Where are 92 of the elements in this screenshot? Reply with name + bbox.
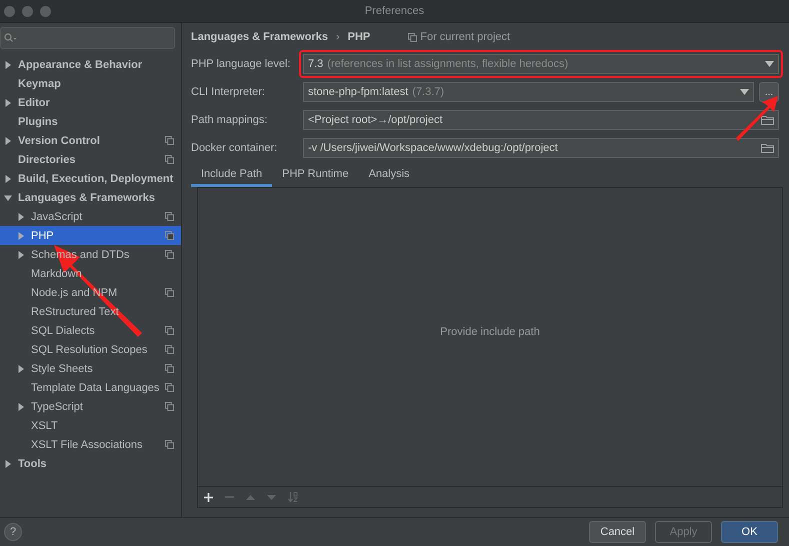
- tree-item[interactable]: TypeScript: [0, 397, 181, 416]
- project-scope-icon: [408, 32, 418, 42]
- project-scope-icon: [165, 231, 174, 240]
- project-scope-icon: [165, 402, 174, 411]
- text-field[interactable]: <Project root>→/opt/project: [303, 110, 779, 130]
- project-scope-icon: [165, 212, 174, 221]
- tab[interactable]: PHP Runtime: [272, 164, 359, 187]
- dropdown-value: stone-php-fpm:latest: [308, 86, 408, 98]
- tree-item-label: Template Data Languages: [31, 382, 160, 394]
- tree-item[interactable]: Appearance & Behavior: [0, 55, 181, 74]
- tree-item[interactable]: Build, Execution, Deployment: [0, 169, 181, 188]
- tree-item[interactable]: JavaScript: [0, 207, 181, 226]
- tree-item-label: Directories: [18, 154, 76, 166]
- tree-item[interactable]: SQL Resolution Scopes: [0, 340, 181, 359]
- browse-button[interactable]: ...: [759, 82, 779, 102]
- dialog-button[interactable]: OK: [721, 521, 778, 543]
- tree-item-label: SQL Resolution Scopes: [31, 344, 148, 356]
- collapsed-arrow-icon[interactable]: [4, 136, 12, 144]
- tree-item[interactable]: Editor: [0, 93, 181, 112]
- project-scope-icon: [165, 440, 174, 449]
- tree-item-label: Languages & Frameworks: [18, 192, 156, 204]
- tree-item-label: SQL Dialects: [31, 324, 96, 336]
- collapsed-arrow-icon[interactable]: [4, 174, 12, 182]
- tree-item[interactable]: Directories: [0, 150, 181, 169]
- collapsed-arrow-icon[interactable]: [4, 98, 12, 106]
- search-icon: [4, 33, 17, 43]
- collapsed-arrow-icon[interactable]: [17, 402, 25, 410]
- collapsed-arrow-icon[interactable]: [17, 250, 25, 258]
- dropdown-hint: (references in list assignments, flexible heredocs): [327, 58, 570, 70]
- search-field[interactable]: [0, 27, 175, 49]
- tree-item-label: JavaScript: [31, 210, 84, 222]
- help-button[interactable]: ?: [4, 523, 22, 541]
- breadcrumb-item: PHP: [348, 31, 370, 43]
- tree-item[interactable]: Template Data Languages: [0, 378, 181, 397]
- text-field[interactable]: -v /Users/jiwei/Workspace/www/xdebug:/opt/project: [303, 138, 779, 158]
- breadcrumb-separator: ›: [336, 31, 340, 43]
- breadcrumb-item: Languages & Frameworks: [191, 31, 328, 43]
- tab[interactable]: Include Path: [191, 164, 272, 187]
- field-label: PHP language level:: [191, 58, 292, 70]
- tree-item-label: Style Sheets: [31, 362, 94, 374]
- tree-item-label: XSLT: [31, 420, 59, 432]
- tree-item-label: Keymap: [18, 78, 62, 90]
- folder-icon[interactable]: [761, 143, 774, 153]
- tree-item[interactable]: Tools: [0, 454, 181, 473]
- field-label: CLI Interpreter:: [191, 86, 266, 98]
- scope-note: For current project: [420, 31, 510, 43]
- field-value: -v /Users/jiwei/Workspace/www/xdebug:/opt/project: [308, 142, 558, 154]
- dialog-button[interactable]: Cancel: [589, 521, 646, 543]
- project-scope-icon: [165, 364, 174, 373]
- tree-item[interactable]: Style Sheets: [0, 359, 181, 378]
- project-scope-icon: [165, 250, 174, 259]
- expanded-arrow-icon[interactable]: [4, 194, 12, 202]
- tree-item-label: XSLT File Associations: [31, 438, 144, 450]
- tree-item-label: Appearance & Behavior: [18, 58, 144, 70]
- project-scope-icon: [165, 326, 174, 335]
- collapsed-arrow-icon[interactable]: [17, 364, 25, 372]
- project-scope-icon: [165, 288, 174, 297]
- tree-item[interactable]: Version Control: [0, 131, 181, 150]
- field-label: Docker container:: [191, 142, 278, 154]
- collapsed-arrow-icon[interactable]: [4, 460, 12, 468]
- tree-item-label: Version Control: [18, 134, 101, 146]
- tab[interactable]: Analysis: [358, 164, 420, 187]
- project-scope-icon: [165, 345, 174, 354]
- tree-item-label: Editor: [18, 96, 51, 108]
- dropdown-hint: (7.3.7): [412, 86, 446, 98]
- tree-item-label: Plugins: [18, 116, 59, 128]
- caret-icon: [765, 61, 774, 67]
- tree-item[interactable]: SQL Dialects: [0, 321, 181, 340]
- tree-item[interactable]: Languages & Frameworks: [0, 188, 181, 207]
- tree-item[interactable]: XSLT File Associations: [0, 435, 181, 454]
- folder-icon[interactable]: [761, 115, 774, 125]
- tree-item[interactable]: Keymap: [0, 74, 181, 93]
- tree-item[interactable]: XSLT: [0, 416, 181, 435]
- tree-item-label: PHP: [31, 230, 55, 242]
- add-icon[interactable]: [204, 492, 213, 502]
- field-value: <Project root>→/opt/project: [308, 114, 443, 126]
- project-scope-icon: [165, 383, 174, 392]
- dropdown[interactable]: 7.3 (references in list assignments, flexible heredocs): [303, 54, 779, 74]
- collapsed-arrow-icon[interactable]: [17, 212, 25, 220]
- tree-item[interactable]: PHP: [0, 226, 181, 245]
- tree-item-label: Tools: [18, 458, 48, 470]
- project-scope-icon: [165, 136, 174, 145]
- window-title: Preferences: [364, 5, 424, 17]
- collapsed-arrow-icon[interactable]: [4, 60, 12, 68]
- field-label: Path mappings:: [191, 114, 268, 126]
- tree-item-label: TypeScript: [31, 400, 84, 412]
- dropdown[interactable]: stone-php-fpm:latest (7.3.7): [303, 82, 754, 102]
- project-scope-icon: [165, 155, 174, 164]
- tree-item[interactable]: Plugins: [0, 112, 181, 131]
- empty-list-text: Provide include path: [440, 326, 540, 338]
- dropdown-value: 7.3: [308, 58, 324, 70]
- tree-item-label: Build, Execution, Deployment: [18, 172, 174, 184]
